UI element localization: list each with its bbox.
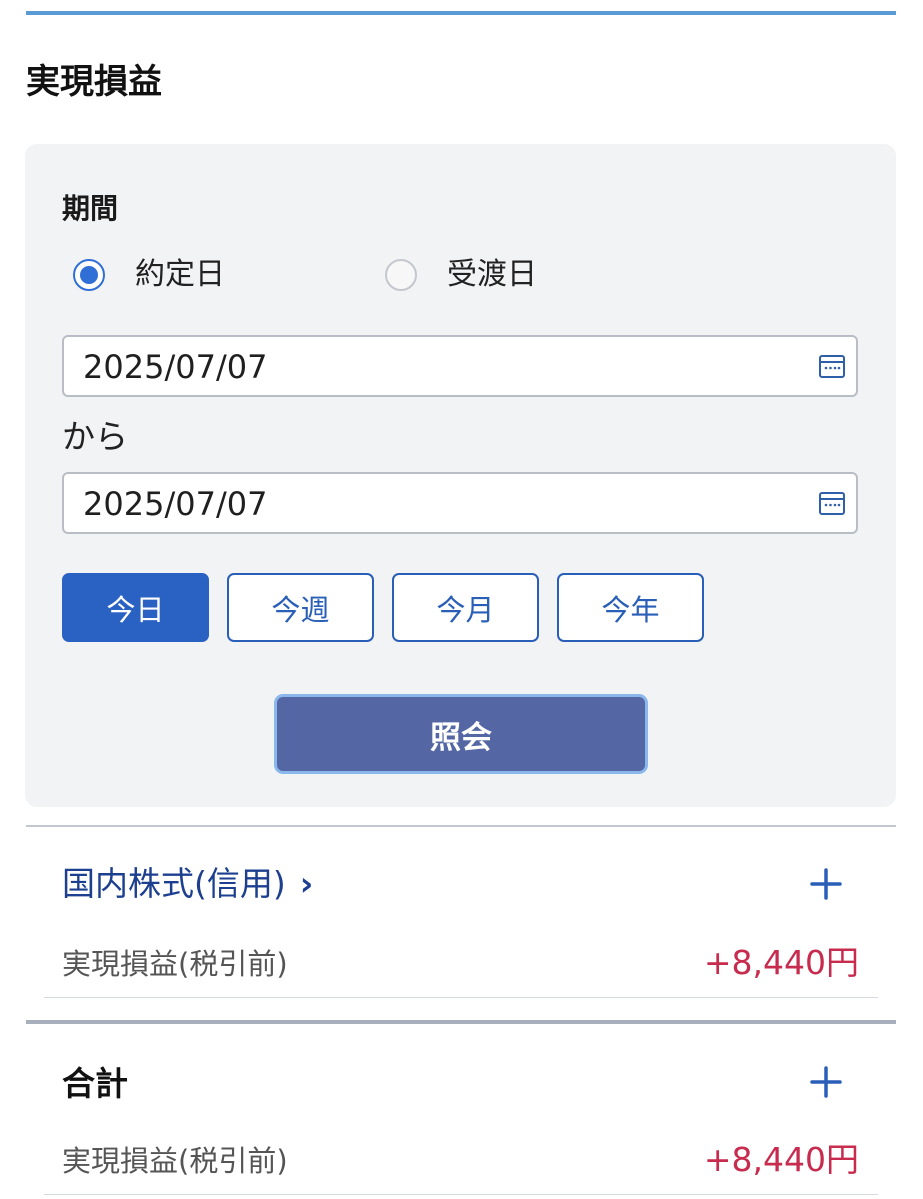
page-title: 実現損益: [26, 62, 162, 102]
start-date-field[interactable]: 2025/07/07: [62, 335, 858, 397]
start-date-value: 2025/07/07: [83, 348, 268, 386]
radio-settlement-date[interactable]: 受渡日: [385, 257, 537, 293]
date-range-separator: から: [62, 417, 128, 456]
end-date-value: 2025/07/07: [83, 485, 268, 523]
section-domestic-margin-title[interactable]: 国内株式(信用): [62, 864, 286, 903]
section-total-title: 合計: [62, 1064, 128, 1103]
realized-pl-value: +8,440円: [703, 943, 859, 982]
radio-trade-date[interactable]: 約定日: [73, 257, 225, 293]
plus-icon[interactable]: [809, 867, 843, 901]
submit-query-button[interactable]: 照会: [274, 694, 648, 774]
range-this-year-button[interactable]: 今年: [557, 573, 704, 642]
range-this-month-button[interactable]: 今月: [392, 573, 539, 642]
end-date-field[interactable]: 2025/07/07: [62, 472, 858, 534]
radio-settlement-date-label: 受渡日: [447, 257, 537, 292]
total-realized-pl-value: +8,440円: [703, 1140, 859, 1179]
section-domestic-margin-link[interactable]: 国内株式(信用) ›: [62, 864, 313, 904]
range-this-week-button[interactable]: 今週: [227, 573, 374, 642]
calendar-icon[interactable]: [818, 490, 846, 516]
radio-settlement-date-indicator[interactable]: [385, 259, 417, 291]
chevron-right-icon: ›: [299, 864, 314, 903]
calendar-icon[interactable]: [818, 353, 846, 379]
radio-trade-date-label: 約定日: [135, 257, 225, 292]
radio-trade-date-indicator[interactable]: [73, 259, 105, 291]
period-label: 期間: [62, 192, 119, 225]
section-divider: [26, 1020, 896, 1024]
range-today-button[interactable]: 今日: [62, 573, 209, 642]
section-divider: [26, 825, 896, 827]
total-realized-pl-label: 実現損益(税引前): [62, 1144, 288, 1178]
row-divider: [44, 1194, 878, 1195]
plus-icon[interactable]: [809, 1065, 843, 1099]
filter-panel: 期間 約定日 受渡日 2025/07/07 から 2025/07/07 今日 今…: [25, 144, 896, 807]
top-divider: [26, 11, 896, 15]
realized-pl-label: 実現損益(税引前): [62, 947, 288, 981]
row-divider: [44, 997, 878, 998]
